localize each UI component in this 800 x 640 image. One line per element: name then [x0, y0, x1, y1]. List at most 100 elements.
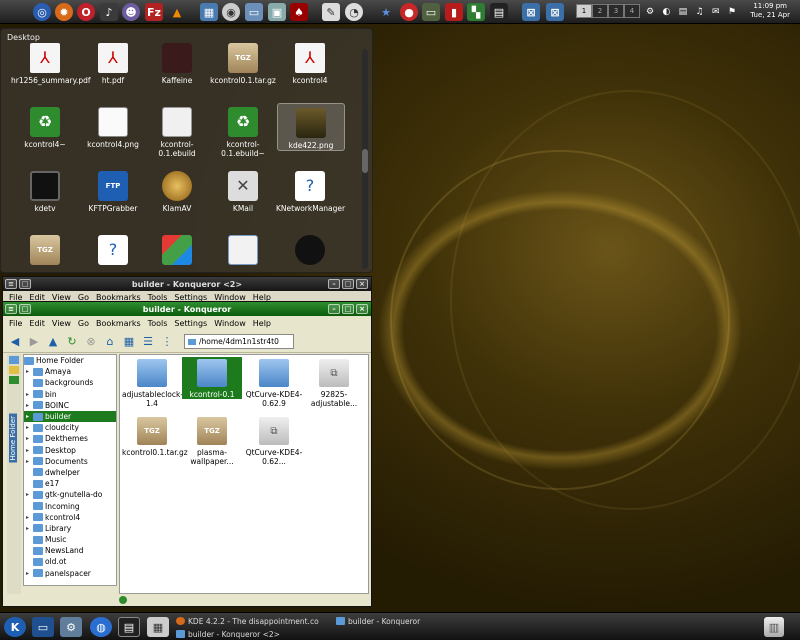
menu-bookmarks[interactable]: Bookmarks — [96, 319, 141, 328]
clock-app-icon[interactable]: ◔ — [345, 3, 363, 21]
scrollbar-thumb[interactable] — [362, 149, 368, 173]
star-icon[interactable]: ★ — [377, 3, 395, 21]
taskbar-item[interactable]: builder - Konqueror <2> — [176, 628, 328, 640]
sidebar-tab-home-folder[interactable]: Home Folder — [9, 414, 17, 463]
editor-icon[interactable]: ✎ — [322, 3, 340, 21]
tree-item[interactable]: ▸ builder — [24, 410, 116, 423]
opera-icon[interactable]: O — [77, 3, 95, 21]
tab-bookmarks-icon[interactable] — [9, 366, 19, 374]
display-icon[interactable]: ▣ — [268, 3, 286, 21]
desktop-item[interactable]: kdetv — [11, 171, 79, 213]
desktop-item[interactable]: ♻ kcontrol-0.1.ebuild~ — [209, 107, 277, 158]
tree-item[interactable]: e17 — [24, 478, 116, 489]
tree-item[interactable]: ▸ Documents — [24, 456, 116, 467]
desktop-item[interactable]: ♻ kcontrol4~ — [11, 107, 79, 149]
expand-icon[interactable]: ▸ — [26, 435, 33, 442]
tree-item[interactable]: ▸ panelspacer — [24, 568, 116, 579]
tree-item[interactable]: Music — [24, 534, 116, 545]
window-menu-icon[interactable]: ≡ — [5, 279, 17, 289]
media-icon[interactable]: ◉ — [222, 3, 240, 21]
tree-item[interactable]: ▸ Library — [24, 523, 116, 534]
monitor-icon[interactable]: ▭ — [422, 3, 440, 21]
desktop-item[interactable] — [209, 235, 277, 268]
minimize-icon[interactable]: – — [328, 304, 340, 314]
expand-icon[interactable]: ▸ — [26, 447, 33, 454]
filezilla-icon[interactable]: Fz — [145, 3, 163, 21]
desktop-item[interactable]: Kaffeine — [143, 43, 211, 85]
detail-view-icon[interactable]: ☰ — [140, 334, 156, 350]
expand-icon[interactable]: ▸ — [26, 570, 33, 577]
window2-icon[interactable]: ⊠ — [546, 3, 564, 21]
expand-icon[interactable]: ▸ — [26, 368, 33, 375]
tree-item[interactable]: ▸ gtk-gnutella-do — [24, 489, 116, 500]
music-icon[interactable]: ♪ — [100, 3, 118, 21]
desktop-item[interactable] — [143, 235, 211, 268]
tree-item[interactable]: NewsLand — [24, 545, 116, 556]
calculator-icon[interactable]: ▦ — [147, 617, 169, 637]
desktop-item[interactable]: kde422.png — [277, 103, 345, 151]
close-icon[interactable]: × — [356, 279, 368, 289]
blocks-icon[interactable]: ▚ — [467, 3, 485, 21]
konqueror-window[interactable]: ≡ □ builder - Konqueror – □ × File Edit … — [2, 301, 372, 607]
tree-item[interactable]: ▸ bin — [24, 389, 116, 400]
clock[interactable]: 11:09 pm Tue, 21 Apr — [750, 2, 790, 20]
tree-item[interactable]: backgrounds — [24, 377, 116, 388]
tree-item[interactable]: dwhelper — [24, 467, 116, 478]
window-icon[interactable]: ⊠ — [522, 3, 540, 21]
expand-icon[interactable]: ▸ — [26, 491, 33, 498]
desktop-item[interactable]: kcontrol-0.1.ebuild — [143, 107, 211, 158]
window-menu-icon[interactable]: ≡ — [5, 304, 17, 314]
tree-item[interactable]: ▸ Desktop — [24, 445, 116, 456]
show-desktop-icon[interactable]: ▭ — [32, 617, 54, 637]
window-titlebar[interactable]: ≡ □ builder - Konqueror – □ × — [3, 302, 371, 316]
file-item[interactable]: TGZ plasma-wallpaper... — [182, 417, 242, 466]
desktop-item[interactable]: kcontrol4.png — [79, 107, 147, 149]
expand-icon[interactable]: ▸ — [26, 458, 33, 465]
file-item[interactable]: ⧉ 92825-adjustable... — [304, 359, 364, 408]
expand-icon[interactable]: ▸ — [26, 402, 33, 409]
software-icon[interactable]: ▮ — [445, 3, 463, 21]
browser-icon[interactable]: ◎ — [33, 3, 51, 21]
tree-item[interactable]: ▸ kcontrol4 — [24, 512, 116, 523]
mail-icon[interactable]: ● — [400, 3, 418, 21]
desktop-item[interactable]: TGZ — [11, 235, 79, 268]
firefox-icon[interactable]: ✹ — [55, 3, 73, 21]
desktop-item[interactable]: ? — [79, 235, 147, 268]
system-settings-icon[interactable]: ⚙ — [60, 617, 82, 637]
system-tray-icon[interactable]: ⚙ ◐ ▤ ♫ ✉ ⚑ — [646, 3, 736, 21]
vlc-icon[interactable]: ▲ — [168, 3, 186, 21]
home-icon[interactable]: ⌂ — [102, 334, 118, 350]
menu-tools[interactable]: Tools — [148, 319, 168, 328]
expand-icon[interactable]: ▸ — [26, 514, 33, 521]
window-sticky-icon[interactable]: □ — [19, 304, 31, 314]
tree-item[interactable]: ▸ Dekthemes — [24, 433, 116, 444]
desktop-item[interactable] — [276, 235, 344, 268]
desktop-item[interactable]: ⅄ ht.pdf — [79, 43, 147, 85]
desktop-item[interactable]: FTP KFTPGrabber — [79, 171, 147, 213]
tree-item[interactable]: ▸ cloudcity — [24, 422, 116, 433]
menu-settings[interactable]: Settings — [174, 319, 207, 328]
kde-menu-icon[interactable]: K — [4, 617, 26, 637]
menu-view[interactable]: View — [52, 319, 71, 328]
tree-root[interactable]: Home Folder — [24, 355, 116, 366]
desktop-item[interactable]: ⅄ hr1256_summary.pdf — [11, 43, 91, 85]
tab-network-icon[interactable] — [9, 376, 19, 384]
folder-view-scrollbar[interactable] — [362, 49, 368, 269]
menu-window[interactable]: Window — [214, 319, 246, 328]
terminal-icon[interactable]: ▤ — [118, 617, 140, 637]
maximize-icon[interactable]: □ — [342, 279, 354, 289]
tree-view-icon[interactable]: ⋮ — [159, 334, 175, 350]
maximize-icon[interactable]: □ — [342, 304, 354, 314]
file-item[interactable]: kcontrol-0.1 — [182, 357, 242, 399]
tree-item[interactable]: Incoming — [24, 500, 116, 511]
games-icon[interactable]: ☻ — [122, 3, 140, 21]
file-item[interactable]: ⧉ QtCurve-KDE4-0.62... — [244, 417, 304, 466]
tree-item[interactable]: old.ot — [24, 556, 116, 567]
taskbar-item[interactable]: KDE 4.2.2 - The disappointment.co — [176, 615, 328, 627]
desktop-item[interactable]: TGZ kcontrol0.1.tar.gz — [209, 43, 277, 85]
expand-icon[interactable]: ▸ — [26, 391, 33, 398]
menu-edit[interactable]: Edit — [29, 319, 45, 328]
desktop-item[interactable]: ⅄ kcontrol4 — [276, 43, 344, 85]
close-icon[interactable]: × — [356, 304, 368, 314]
pager-desktop-2[interactable]: 2 — [592, 4, 608, 18]
